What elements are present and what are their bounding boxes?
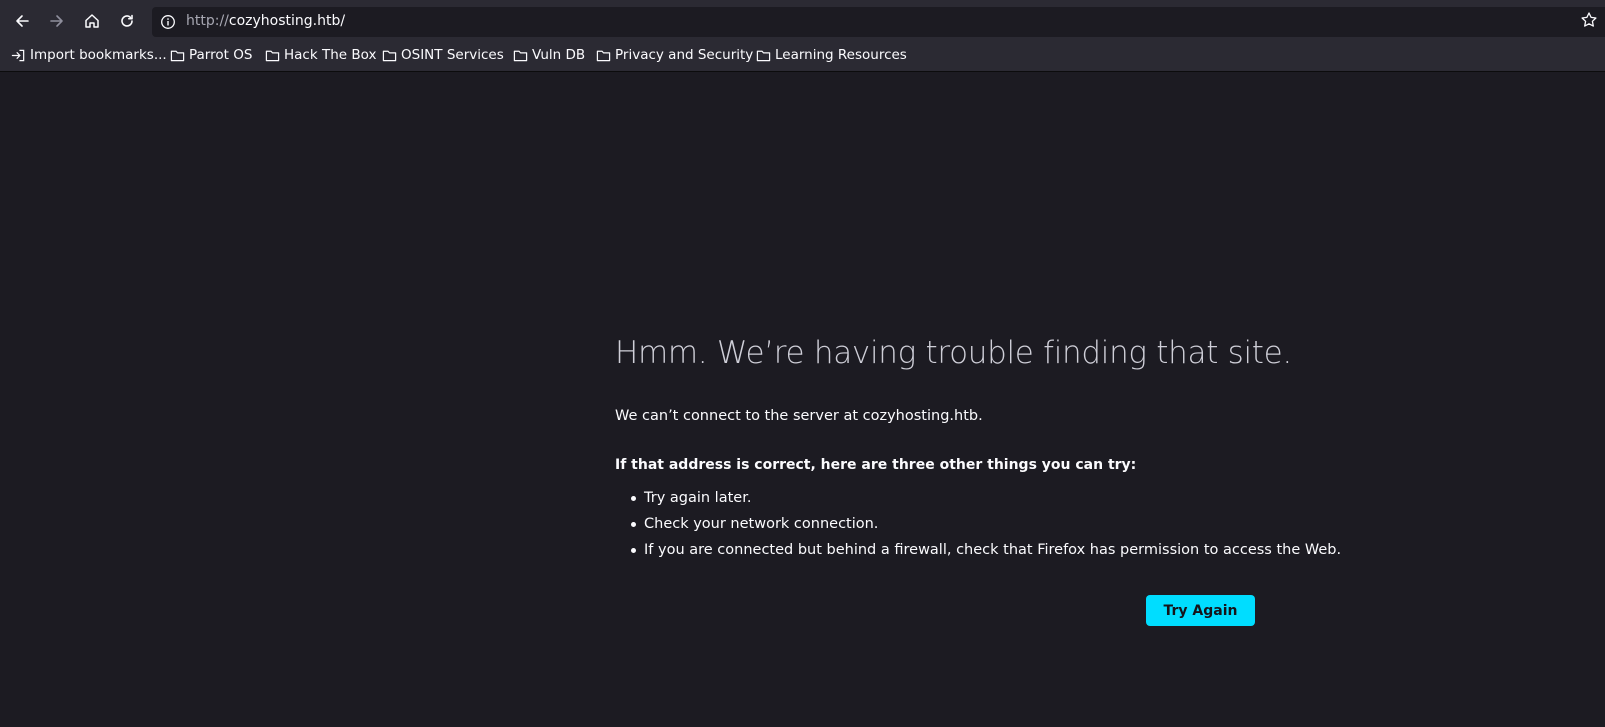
info-icon[interactable] [160,14,176,30]
bookmark-label: Vuln DB [532,47,586,63]
suggestions-heading: If that address is correct, here are thr… [615,457,1137,473]
bookmark-label: Hack The Box [284,47,377,63]
folder-icon [265,50,280,61]
back-button[interactable] [9,8,35,34]
bookmark-label: Privacy and Security [615,47,754,63]
bookmark-star-icon[interactable] [1580,11,1598,29]
back-arrow-icon [16,15,29,27]
url-host: cozyhosting.htb/ [228,13,346,29]
error-title: Hmm. We’re having trouble finding that s… [615,335,1292,371]
suggestions-list: Try again later. Check your network conn… [615,487,1341,565]
url-text[interactable]: http://cozyhosting.htb/ [186,13,345,29]
home-icon [85,14,99,28]
navigation-toolbar: http://cozyhosting.htb/ [0,3,1605,39]
bookmark-folder-vuln-db[interactable]: Vuln DB [513,46,585,64]
folder-icon [756,50,771,61]
folder-icon [170,50,185,61]
import-icon [11,49,25,61]
home-button[interactable] [79,8,105,34]
folder-icon [596,50,611,61]
address-bar[interactable]: http://cozyhosting.htb/ [152,7,1605,37]
list-item: Check your network connection. [615,513,1341,539]
folder-icon [513,50,528,61]
reload-button[interactable] [114,8,140,34]
bookmark-folder-privacy-and-security[interactable]: Privacy and Security [596,46,753,64]
bookmark-folder-hack-the-box[interactable]: Hack The Box [265,46,376,64]
bookmark-label: Import bookmarks... [30,47,167,63]
bookmark-label: Learning Resources [775,47,907,63]
url-protocol: http:// [186,13,229,29]
bookmark-label: OSINT Services [401,47,504,63]
bookmark-folder-parrot-os[interactable]: Parrot OS [170,46,252,64]
bookmark-folder-learning-resources[interactable]: Learning Resources [756,46,907,64]
bookmark-folder-osint-services[interactable]: OSINT Services [382,46,504,64]
folder-icon [382,50,397,61]
bookmark-import[interactable]: Import bookmarks... [11,46,167,64]
forward-button[interactable] [44,8,70,34]
forward-arrow-icon [50,15,63,27]
list-item: If you are connected but behind a firewa… [615,539,1341,565]
try-again-button[interactable]: Try Again [1146,595,1255,626]
list-item: Try again later. [615,487,1341,513]
bookmark-label: Parrot OS [189,47,253,63]
bookmarks-toolbar: Import bookmarks... Parrot OS Hack The B… [0,39,1605,72]
reload-icon [121,14,133,27]
error-description: We can’t connect to the server at cozyho… [615,408,983,424]
